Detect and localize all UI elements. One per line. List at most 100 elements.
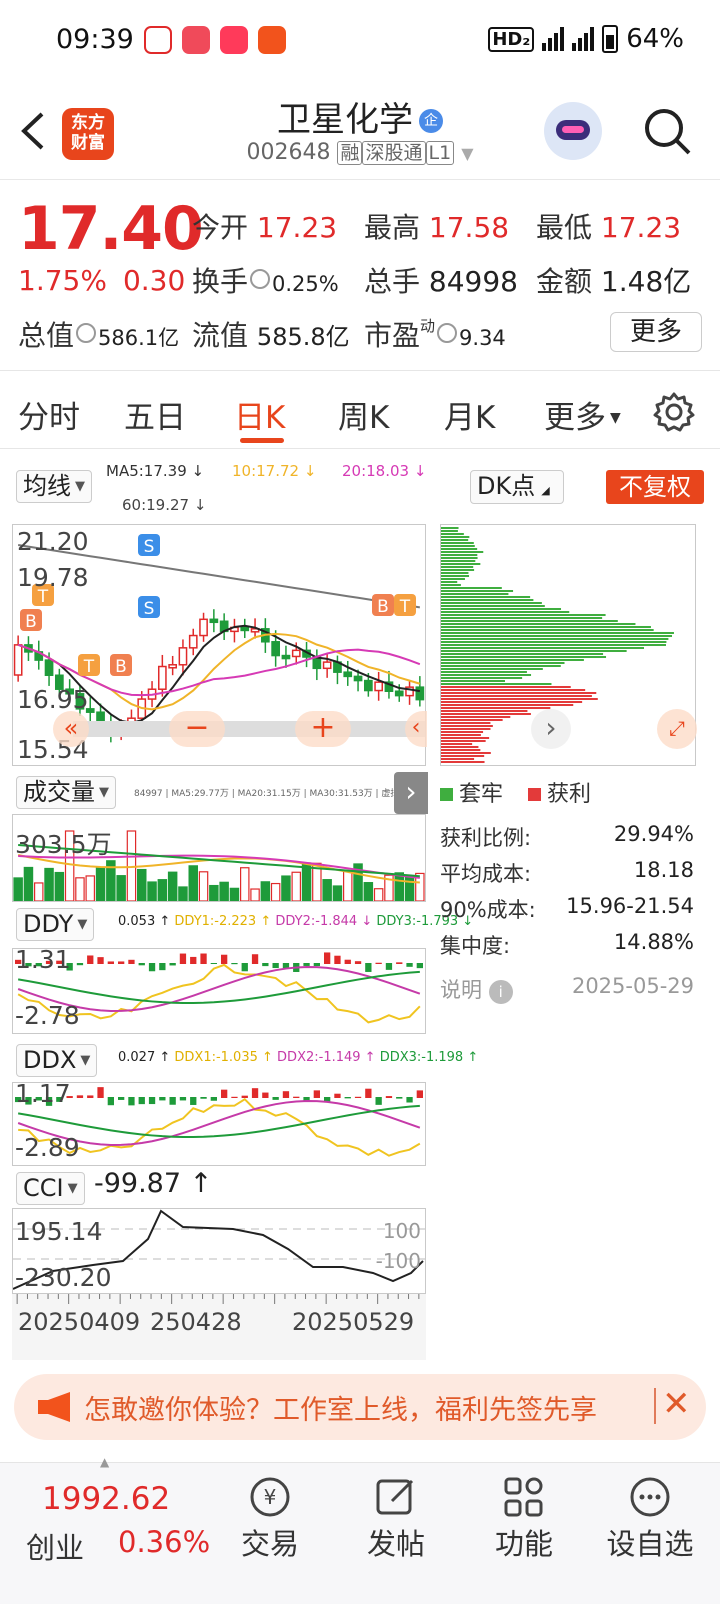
zoom-in-button[interactable]: + [295,711,351,747]
tab-intraday[interactable]: 分时 [18,392,80,437]
dk-button-label: DK点 [477,472,536,500]
ddx-selector-label: DDX [23,1046,77,1074]
volume-bar [229,887,240,901]
chip-bar [441,695,592,697]
chip-bar [441,548,478,550]
nav-functions[interactable]: 功能 [464,1473,584,1563]
info-eye-icon[interactable] [76,323,97,343]
no-adjust-button[interactable]: 不复权 [606,470,704,504]
scroll-left-button[interactable]: « [53,711,89,747]
ddy-bar [221,954,228,964]
info-eye-icon[interactable] [250,269,271,289]
promo-banner[interactable]: 怎敢邀你体验？工作室上线，福利先签先享 ✕ [14,1374,706,1440]
cci-selector[interactable]: CCI ▼ [16,1172,85,1205]
nav-add-watchlist[interactable]: 设自选 [590,1473,710,1563]
tab-monthly-k[interactable]: 月K [444,392,495,437]
chip-bar [441,749,481,751]
float-cap-value: 585.8亿 [256,323,350,351]
signal-marker-letter: T [399,597,411,617]
index-name[interactable]: 创业 [26,1525,84,1567]
chip-bar [441,557,478,559]
ma-selector[interactable]: 均线 ▼ [16,470,92,503]
chip-bar [441,566,474,568]
profit-ratio-value: 29.94% [613,822,694,846]
nav-post[interactable]: 发帖 [336,1473,456,1563]
status-indicators: HD₂ 64% [488,24,684,54]
candle-body [363,679,373,692]
chip-bar [441,527,459,529]
chip-bar [441,710,528,712]
ma10-readout: 10:17.72 ↓ [232,462,317,480]
stock-name: 卫星化学 [277,100,413,140]
volume-bar [394,872,405,901]
ai-assistant-avatar[interactable] [544,102,602,160]
chip-bar [441,701,583,703]
close-icon[interactable]: ✕ [662,1384,691,1424]
ddx-bar [416,1090,423,1098]
info-eye-icon[interactable] [437,323,458,343]
ddy-bar [107,961,114,964]
volume-selector[interactable]: 成交量 ▼ [16,776,116,809]
chevron-right-icon[interactable]: › [531,709,571,749]
eastmoney-notification-icon [258,26,286,54]
ddx-bar [221,1089,228,1098]
tab-daily-k[interactable]: 日K [234,392,285,437]
dk-point-button[interactable]: DK点 ◢ [470,470,564,504]
chip-bar [441,629,654,631]
caret-up-icon: ▲ [100,1455,110,1469]
volume-bar [270,882,281,901]
search-icon[interactable] [642,106,694,158]
ddx-bar [231,1096,238,1098]
expand-indicators-button[interactable]: › [394,772,428,814]
candle-body [415,686,425,701]
chip-bar [441,728,491,730]
signal-marker-letter: B [115,657,127,677]
ddx-selector[interactable]: DDX ▼ [16,1044,98,1077]
volume-bar [157,879,168,901]
chip-bar [441,653,604,655]
kline-chart[interactable]: BSSTTBBT 21.20 19.78 16.95 15.54 « − + ‹ [12,524,427,766]
zoom-out-button[interactable]: − [169,711,225,747]
volume-bar [332,885,343,901]
ddy-bar [76,963,84,966]
expand-icon[interactable]: ⤢ [657,709,697,749]
ddx-bar [406,1097,413,1103]
candle-body [394,690,404,697]
tab-more[interactable]: 更多 ▼ [544,392,621,437]
index-value[interactable]: 1992.62 [42,1481,170,1517]
volume-bar [260,881,271,901]
ddy-bar [210,963,217,965]
chip-bar [441,752,491,754]
pe-dynamic-mark: 动 [420,317,436,335]
chip-bar [441,734,481,736]
gear-icon[interactable] [652,390,696,434]
stock-code-row[interactable]: 002648 融深股通 L1 ▼ [0,140,720,165]
volume-bar [363,882,374,901]
chip-bar [441,761,485,763]
signal-marker-letter: S [144,599,155,619]
corner-arrow-icon: ◢ [541,484,550,497]
nav-trade[interactable]: ¥ 交易 [210,1473,330,1563]
chip-note-link[interactable]: 说明 i [440,974,513,1004]
level-tag: L1 [425,141,455,165]
tab-weekly-k[interactable]: 周K [338,392,389,437]
caret-down-icon: ▼ [99,785,109,800]
ddy-legend: 0.053 ↑ DDY1:-2.223 ↑ DDY2:-1.844 ↓ DDY3… [118,914,473,929]
volume-bar [95,866,106,901]
tab-five-day[interactable]: 五日 [124,392,186,437]
megaphone-icon [38,1392,70,1422]
chip-date: 2025-05-29 [571,974,694,998]
ddy-bar [262,963,269,967]
chip-bar [441,758,475,760]
more-stats-button[interactable]: 更多 [610,312,702,352]
ddy-selector[interactable]: DDY ▼ [16,908,95,941]
chip-bar [441,593,509,595]
tab-more-label: 更多 [544,400,606,436]
total-cap-stat: 总值 586.1亿 [18,314,179,354]
chip-bar [441,737,490,739]
date-label-end: 20250529 [292,1308,415,1336]
ddx-bar [190,1097,197,1105]
volume-bar [54,871,65,901]
ddx-bar [354,1096,362,1098]
chip-bar [441,659,584,661]
